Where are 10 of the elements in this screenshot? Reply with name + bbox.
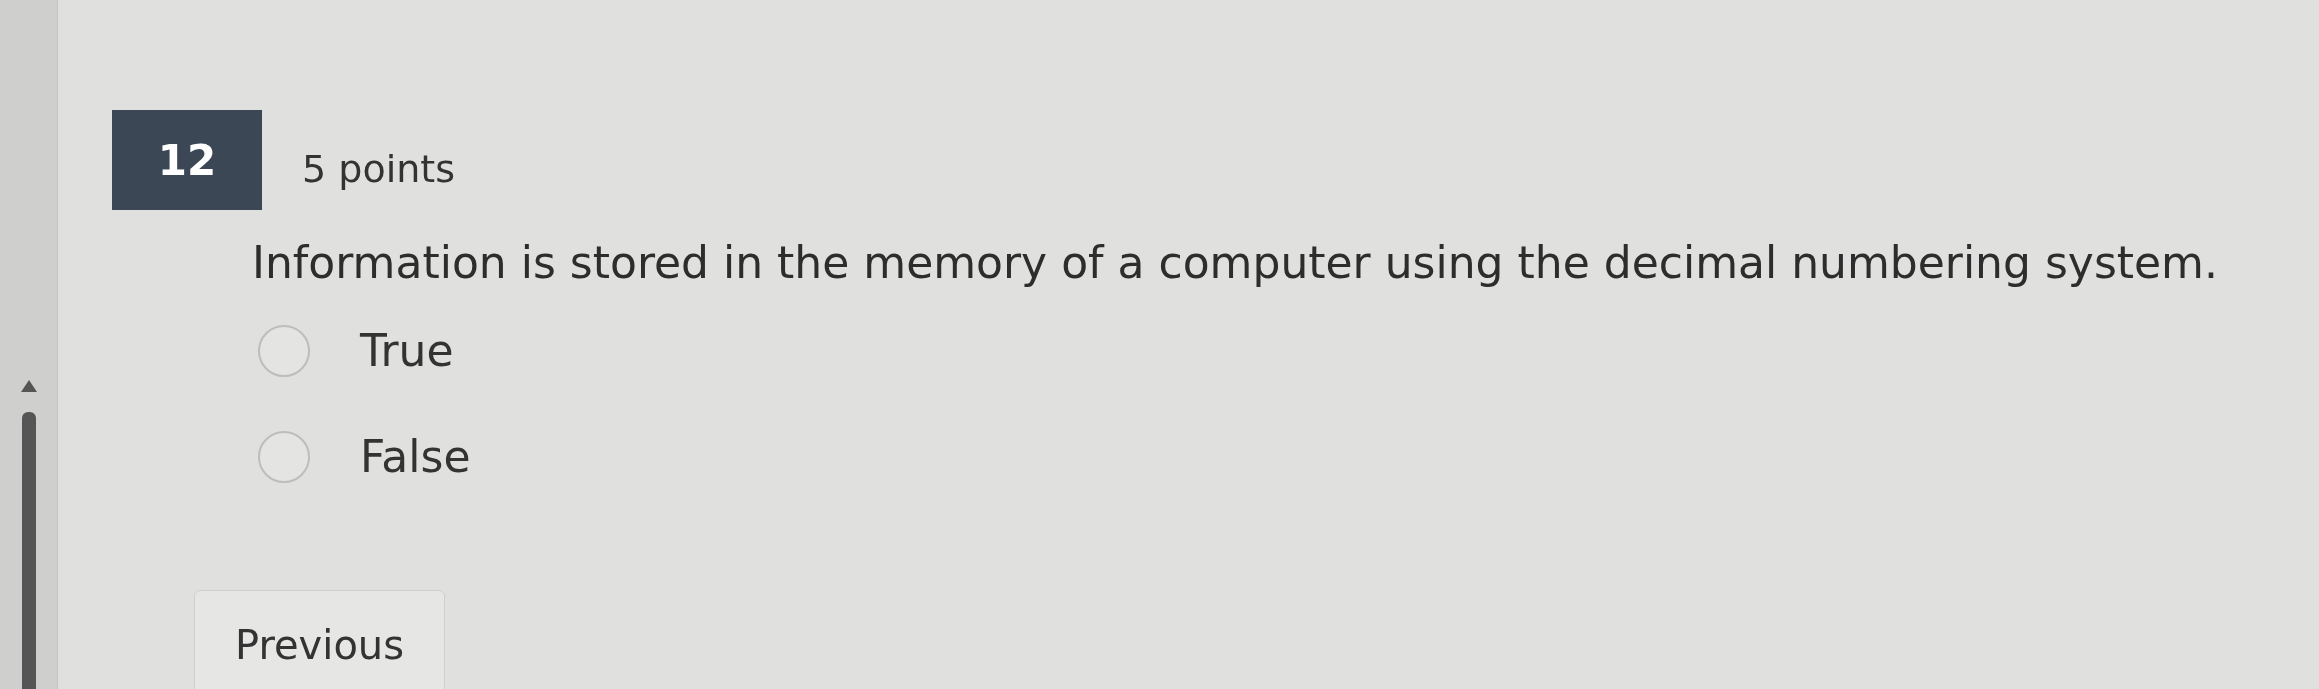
radio-button[interactable] <box>258 431 310 483</box>
question-points: 5 points <box>302 146 455 193</box>
previous-button[interactable]: Previous <box>194 590 446 689</box>
radio-button[interactable] <box>258 325 310 377</box>
scroll-up-icon[interactable] <box>20 380 37 392</box>
question-number: 12 <box>112 110 262 210</box>
question-text: Information is stored in the memory of a computer using the decimal numbering system. <box>252 236 2219 290</box>
answer-option[interactable]: False <box>258 424 2319 490</box>
scrollbar-thumb[interactable] <box>21 412 36 689</box>
answer-option[interactable]: True <box>258 318 2319 384</box>
